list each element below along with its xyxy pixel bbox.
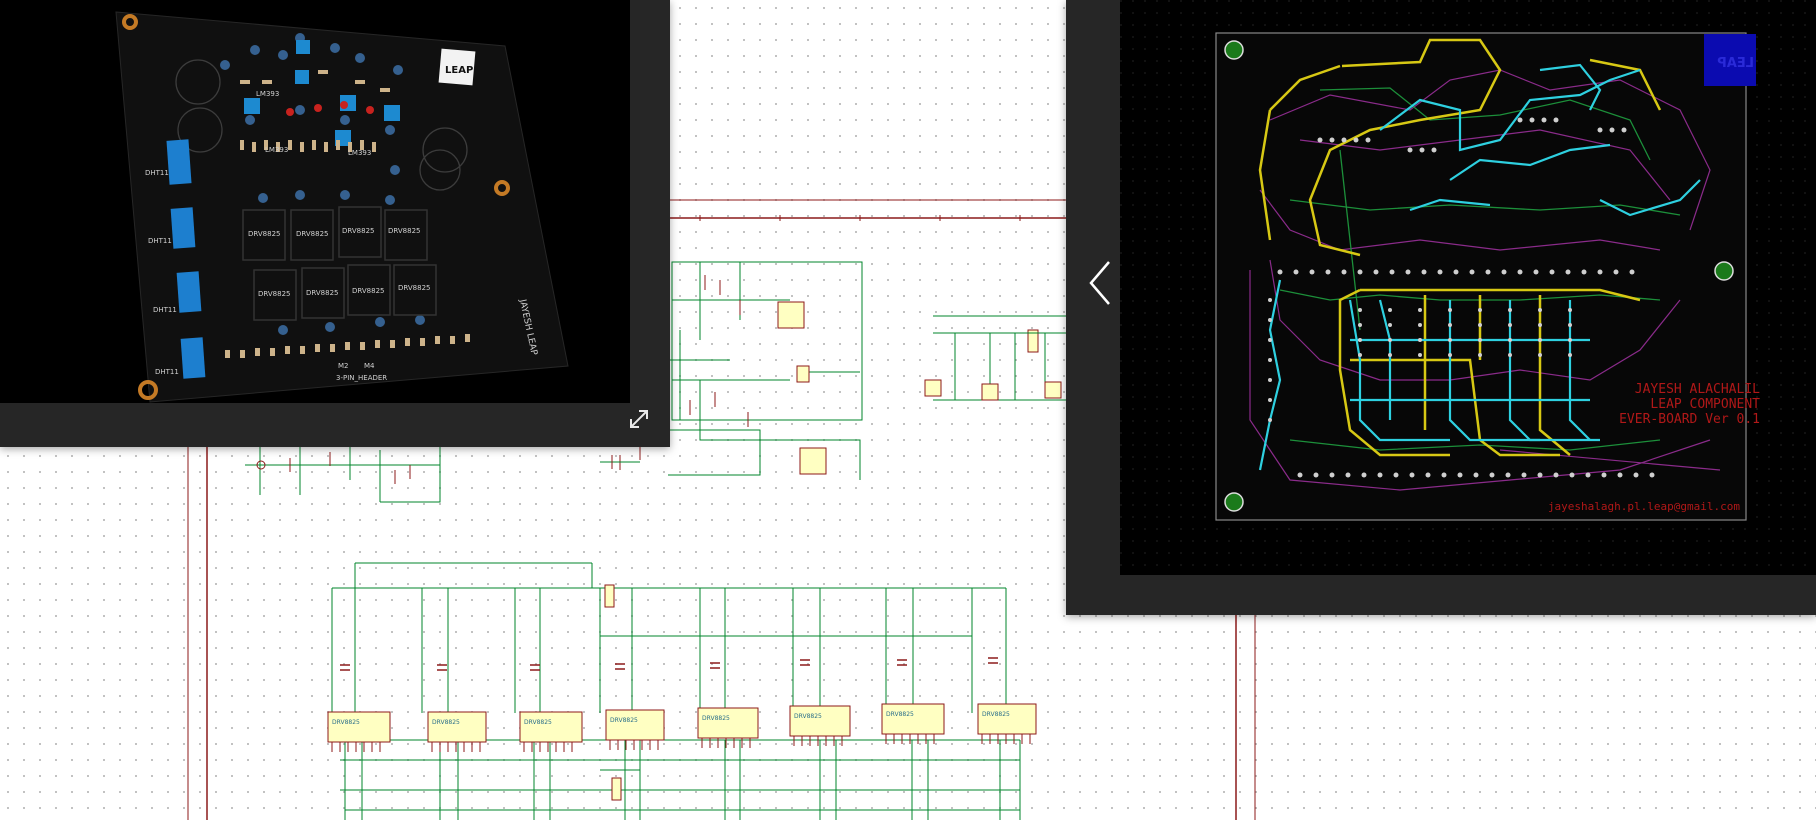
chevron-left-icon — [1089, 261, 1110, 305]
driver-array-caps — [340, 657, 998, 671]
pcb-leap-logo: LEAP — [1704, 34, 1756, 86]
drv8825-label: DRV8825 — [342, 227, 374, 235]
driver-ic-label: DRV8825 — [332, 719, 360, 726]
connector-headers — [604, 584, 622, 801]
driver-ic-label: DRV8825 — [432, 719, 460, 726]
driver-ic-label: DRV8825 — [886, 711, 914, 718]
3d-viewer-screen[interactable]: LM393 LM393 LM393 DHT11 DHT11 DHT11 DHT1… — [0, 0, 630, 403]
drv8825-label: DRV8825 — [248, 230, 280, 238]
pcb-silk-line-2: LEAP COMPONENT — [1650, 397, 1760, 412]
drv8825-label: DRV8825 — [388, 227, 420, 235]
drv8825-label: DRV8825 — [258, 290, 290, 298]
pcb-silk-line-1: JAYESH ALACHALIL — [1635, 382, 1760, 397]
opamp-blocks-upper — [777, 301, 1039, 475]
expand-arrows-icon — [630, 410, 648, 428]
pcb-viewer-panel: LEAP JAYESH ALACHALIL LEAP COMPONENT EVE… — [1066, 0, 1816, 615]
svg-text:LEAP: LEAP — [445, 65, 473, 76]
drv8825-label: DRV8825 — [398, 284, 430, 292]
drv8825-label: DRV8825 — [296, 230, 328, 238]
dht11-label: DHT11 — [145, 169, 169, 177]
passives-left — [256, 452, 613, 484]
drv8825-label: DRV8825 — [306, 289, 338, 297]
opamp-blocks-right — [924, 379, 1062, 401]
driver-ic-label: DRV8825 — [610, 717, 638, 724]
pcb-silk-line-3: EVER-BOARD Ver 0.1 — [1619, 412, 1760, 427]
previous-button[interactable] — [1080, 248, 1120, 318]
pcb-viewer-screen[interactable]: LEAP JAYESH ALACHALIL LEAP COMPONENT EVE… — [1120, 0, 1816, 575]
driver-ic-label: DRV8825 — [702, 715, 730, 722]
m2-label: M2 — [338, 362, 349, 370]
dht11-label: DHT11 — [153, 306, 177, 314]
driver-ic-label: DRV8825 — [794, 713, 822, 720]
drv8825-label: DRV8825 — [352, 287, 384, 295]
dht11-label: DHT11 — [148, 237, 172, 245]
lm393-label: LM393 — [348, 149, 371, 157]
svg-text:LEAP: LEAP — [1717, 56, 1754, 71]
lm393-label: LM393 — [265, 146, 288, 154]
m4-label: M4 — [364, 362, 375, 370]
header-label: 3-PIN_HEADER — [336, 374, 387, 382]
expand-button[interactable] — [622, 402, 656, 436]
driver-ic-label: DRV8825 — [982, 711, 1010, 718]
lm393-label: LM393 — [256, 90, 279, 98]
pcb-email-text: jayeshalagh.pl.leap@gmail.com — [1548, 500, 1740, 513]
sensor-circuit-left — [245, 445, 640, 503]
3d-viewer-panel: LM393 LM393 LM393 DHT11 DHT11 DHT11 DHT1… — [0, 0, 670, 447]
dht11-label: DHT11 — [155, 368, 179, 376]
driver-array-wires — [331, 562, 1021, 820]
driver-ic-label: DRV8825 — [524, 719, 552, 726]
leap-logo-3d: LEAP — [438, 48, 476, 86]
